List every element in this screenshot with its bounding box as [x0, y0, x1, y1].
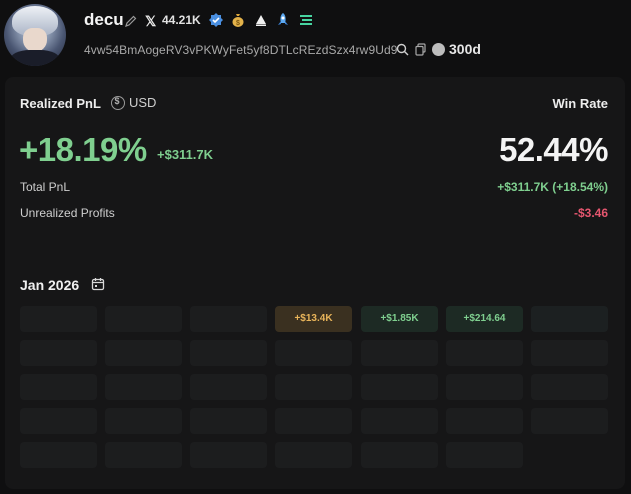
win-rate-label: Win Rate: [552, 96, 609, 111]
calendar-icon[interactable]: [91, 277, 105, 291]
calendar-day: [361, 408, 438, 434]
calendar-day: [190, 340, 267, 366]
pencil-icon[interactable]: [124, 14, 138, 28]
moneybag-icon: $: [232, 14, 244, 27]
calendar-day: [20, 442, 97, 468]
unrealized-profits-value: -$3.46: [573, 206, 608, 220]
calendar-day: [105, 408, 182, 434]
total-pnl-label: Total PnL: [20, 180, 71, 194]
calendar-day: [20, 408, 97, 434]
calendar-day: [190, 442, 267, 468]
calendar-day: [531, 408, 608, 434]
copy-icon[interactable]: [414, 43, 427, 56]
calendar-day: [446, 442, 523, 468]
calendar-day: [20, 340, 97, 366]
calendar-day: [275, 374, 352, 400]
search-icon[interactable]: [396, 43, 409, 56]
calendar-day: [105, 340, 182, 366]
followers-count: 44.21K: [162, 13, 201, 27]
calendar-day: [190, 374, 267, 400]
win-rate-value: 52.44%: [499, 131, 608, 168]
calendar-day: [446, 340, 523, 366]
rocket-icon: [278, 13, 288, 25]
calendar-day: [446, 374, 523, 400]
calendar-day: [105, 306, 182, 332]
calendar-day[interactable]: [531, 306, 608, 332]
calendar-day[interactable]: +$1.85K: [361, 306, 438, 332]
wallet-address: 4vw54BmAogeRV3vPKWyFet5yf8DTLcREzdSzx4rw…: [84, 43, 398, 57]
calendar-day: [446, 408, 523, 434]
unrealized-profits-label: Unrealized Profits: [20, 206, 115, 220]
calendar-day: [20, 374, 97, 400]
currency-icon[interactable]: [111, 96, 125, 110]
calendar-day: [275, 442, 352, 468]
pnl-panel: Realized PnL USD Win Rate +18.19% +$311.…: [5, 77, 625, 489]
calendar-day: [361, 442, 438, 468]
calendar-day: [190, 408, 267, 434]
calendar-day: [531, 374, 608, 400]
avatar[interactable]: [4, 4, 66, 66]
realized-pnl-value: +$311.7K: [157, 147, 214, 162]
total-pnl-value: +$311.7K (+18.54%): [497, 180, 608, 194]
calendar-day[interactable]: +$13.4K: [275, 306, 352, 332]
triangle-icon: [256, 15, 266, 26]
verified-icon: [209, 13, 223, 27]
calendar-day: [275, 408, 352, 434]
calendar-day: [531, 340, 608, 366]
calendar-day[interactable]: +$214.64: [446, 306, 523, 332]
currency-label[interactable]: USD: [129, 95, 156, 110]
svg-text:$: $: [236, 20, 240, 27]
calendar-day: [190, 306, 267, 332]
profile-header: decu 𝕏 44.21K $ 4vw54BmAogeRV3vPKWyFet5y…: [0, 0, 631, 76]
wallet-age: 300d: [449, 41, 481, 57]
calendar-day: [20, 306, 97, 332]
clock-icon: [432, 43, 445, 56]
realized-pnl-label: Realized PnL: [20, 96, 101, 111]
calendar-day: [105, 374, 182, 400]
calendar-month: Jan 2026: [20, 277, 80, 293]
calendar-day: [361, 340, 438, 366]
calendar-day: [275, 340, 352, 366]
calendar-day: [361, 374, 438, 400]
bars-icon: [300, 15, 312, 25]
realized-pnl-percent: +18.19%: [19, 131, 147, 168]
profile-name: decu: [84, 10, 124, 29]
x-icon[interactable]: 𝕏: [145, 13, 156, 30]
calendar-day: [105, 442, 182, 468]
